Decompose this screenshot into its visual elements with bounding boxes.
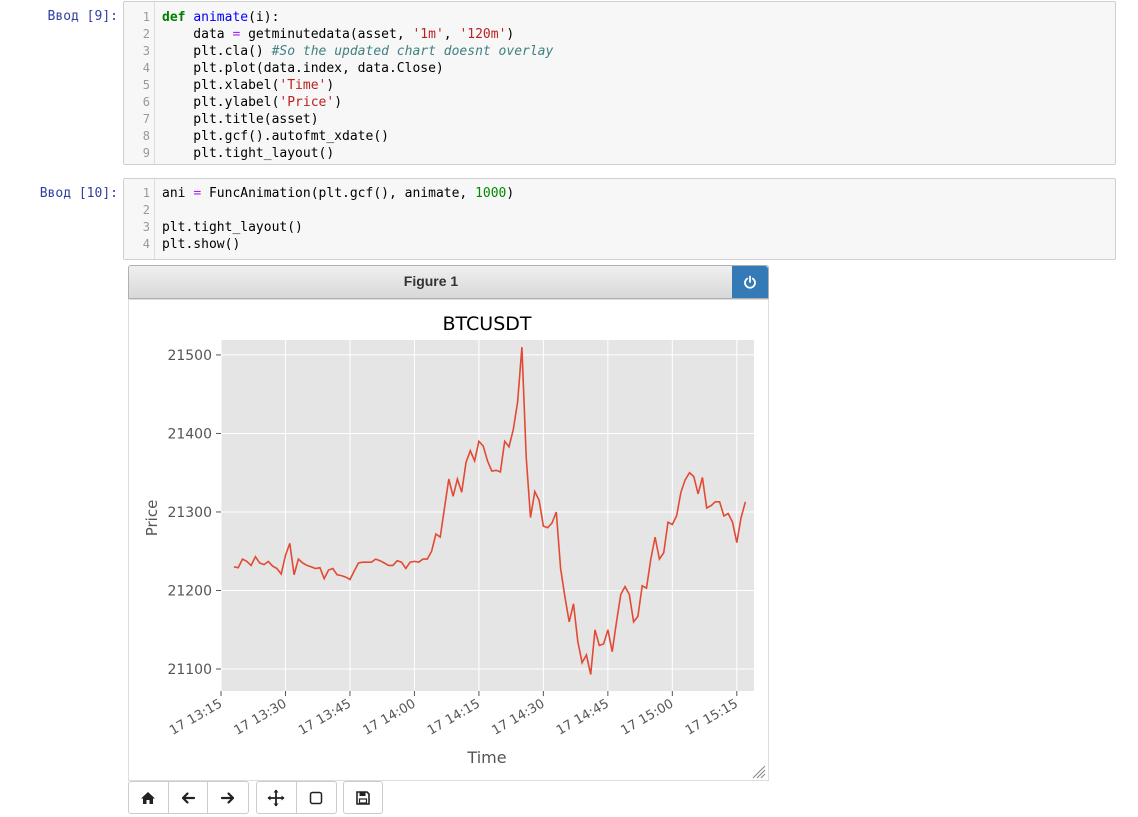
- line-number: 7: [142, 112, 150, 126]
- line-number: 4: [142, 237, 150, 251]
- home-button[interactable]: [129, 782, 169, 813]
- line-number: 8: [142, 129, 150, 143]
- line-number: 9: [142, 146, 150, 160]
- code-text: def animate(i):: [162, 10, 280, 25]
- resize-grip-icon: [752, 765, 766, 779]
- forward-button[interactable]: [208, 782, 248, 813]
- figure-title: Figure 1: [403, 273, 459, 289]
- power-button[interactable]: [732, 266, 768, 298]
- y-axis-label: Price: [143, 500, 161, 537]
- chart-title: BTCUSDT: [443, 313, 532, 335]
- code-line: 8 plt.gcf().autofmt_xdate(): [124, 128, 1115, 145]
- x-tick-label: 17 15:00: [618, 696, 676, 738]
- line-number: 5: [142, 78, 150, 92]
- line-number: 2: [142, 203, 150, 217]
- pan-move-icon: [267, 789, 285, 806]
- code-line: 2 data = getminutedata(asset, '1m', '120…: [124, 26, 1115, 43]
- code-line: 5 plt.xlabel('Time'): [124, 77, 1115, 94]
- x-tick-label: 17 14:30: [490, 696, 548, 738]
- zoom-rect-button[interactable]: [297, 782, 337, 813]
- toolbar-tools-group: [256, 781, 337, 814]
- code-text: plt.plot(data.index, data.Close): [162, 61, 444, 76]
- figure-canvas[interactable]: 21100 21200 21300 21400 21500 17 13:15 17 13:…: [128, 299, 769, 781]
- y-tick-label: 21400: [167, 426, 212, 442]
- power-icon: [744, 275, 756, 289]
- code-line: 2: [124, 202, 1115, 219]
- line-number: 3: [142, 220, 150, 234]
- back-arrow-icon: [181, 791, 196, 804]
- save-button[interactable]: [344, 782, 382, 813]
- code-line: 1 ani = FuncAnimation(plt.gcf(), animate,…: [124, 185, 1115, 202]
- line-number: 1: [142, 186, 150, 200]
- y-tick-label: 21100: [167, 662, 212, 678]
- code-line: 7 plt.title(asset): [124, 111, 1115, 128]
- code-line: 9 plt.tight_layout(): [124, 145, 1115, 162]
- x-tick-label: 17 14:15: [425, 696, 483, 738]
- code-cell-1: Ввод [9]: 1 def animate(i): 2 data = getmi…: [0, 0, 1138, 166]
- code-line: 3 plt.tight_layout(): [124, 219, 1115, 236]
- x-tick-label: 17 14:45: [554, 696, 612, 738]
- pan-button[interactable]: [257, 782, 297, 813]
- line-number: 6: [142, 95, 150, 109]
- x-tick-label: 17 13:45: [296, 696, 354, 738]
- cell-prompt: Ввод [9]:: [47, 9, 118, 24]
- zoom-rect-icon: [310, 791, 323, 804]
- code-text: plt.xlabel('Time'): [162, 78, 335, 93]
- code-line: 1 def animate(i):: [124, 9, 1115, 26]
- x-tick-label: 17 13:15: [167, 696, 225, 738]
- code-text: plt.gcf().autofmt_xdate(): [162, 129, 389, 144]
- y-tick-label: 21500: [167, 348, 212, 364]
- code-text: plt.cla() #So the updated chart doesnt o…: [162, 44, 554, 59]
- figure-header: Figure 1: [128, 265, 769, 299]
- chart: 2110021200213002140021500 17 13:15 17 13:…: [143, 313, 766, 779]
- save-disk-icon: [356, 790, 370, 805]
- code-cell-2: Ввод [10]: 1 ani = FuncAnimation(plt.gcf(…: [0, 178, 1138, 262]
- x-tick-label: 17 15:15: [683, 696, 741, 738]
- code-text: ani = FuncAnimation(plt.gcf(), animate, …: [162, 186, 515, 201]
- toolbar-nav-group: [128, 781, 249, 814]
- axes-background: [221, 340, 754, 691]
- line-number: 2: [142, 27, 150, 41]
- code-editor[interactable]: 1 ani = FuncAnimation(plt.gcf(), animate,…: [123, 178, 1116, 260]
- code-text: plt.tight_layout(): [162, 146, 335, 161]
- x-tick-label: 17 13:30: [232, 696, 290, 738]
- home-icon: [141, 791, 156, 804]
- x-tick-label: 17 14:00: [361, 696, 419, 738]
- code-text: plt.show(): [162, 237, 241, 252]
- line-number: 1: [142, 10, 150, 24]
- forward-arrow-icon: [221, 791, 235, 804]
- code-text: data = getminutedata(asset, '1m', '120m'…: [162, 27, 515, 42]
- back-button[interactable]: [169, 782, 209, 813]
- toolbar-save-group: [343, 781, 383, 814]
- code-line: 3 plt.cla() #So the updated chart doesnt…: [124, 43, 1115, 60]
- y-tick-label: 21300: [167, 505, 212, 521]
- code-line: 6 plt.ylabel('Price'): [124, 94, 1115, 111]
- code-line: 4 plt.plot(data.index, data.Close): [124, 60, 1115, 77]
- y-tick-label: 21200: [167, 583, 212, 599]
- code-line: 4 plt.show(): [124, 236, 1115, 253]
- code-text: plt.tight_layout(): [162, 220, 303, 235]
- code-text: plt.ylabel('Price'): [162, 95, 343, 110]
- line-number: 4: [142, 61, 150, 75]
- code-editor[interactable]: 1 def animate(i): 2 data = getminutedata(a…: [123, 1, 1116, 165]
- x-axis-label: Time: [466, 748, 506, 767]
- line-number: 3: [142, 44, 150, 58]
- cell-prompt: Ввод [10]:: [39, 186, 118, 201]
- code-text: plt.title(asset): [162, 112, 319, 127]
